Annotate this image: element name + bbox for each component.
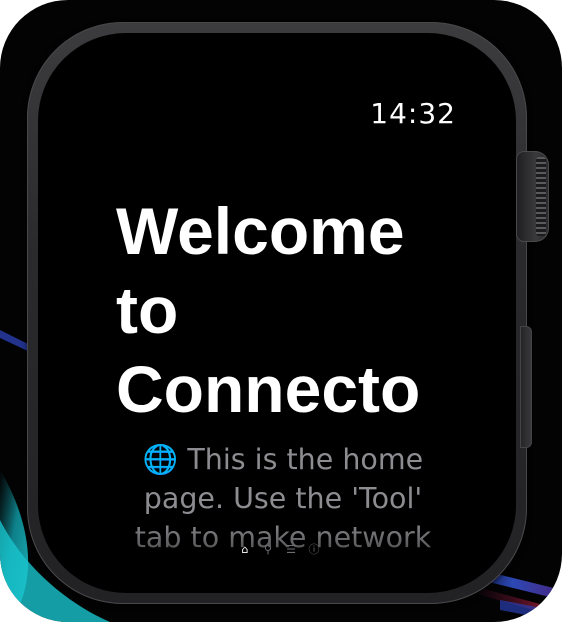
crown-ridges: [536, 157, 546, 236]
page-indicator: ⌂ ⚲ ☰ ⓘ: [238, 543, 321, 557]
info-icon[interactable]: ⓘ: [307, 543, 321, 557]
status-time: 14:32: [370, 97, 456, 130]
watch-simulator: 14:32 Welcome to Connecto 🌐 This is the …: [0, 0, 562, 622]
wrench-icon[interactable]: ⚲: [261, 543, 275, 557]
side-button[interactable]: [520, 326, 532, 448]
page-title: Welcome to Connecto: [116, 194, 421, 426]
house-icon[interactable]: ⌂: [238, 543, 252, 557]
list-icon[interactable]: ☰: [284, 543, 298, 557]
digital-crown[interactable]: [516, 151, 549, 242]
